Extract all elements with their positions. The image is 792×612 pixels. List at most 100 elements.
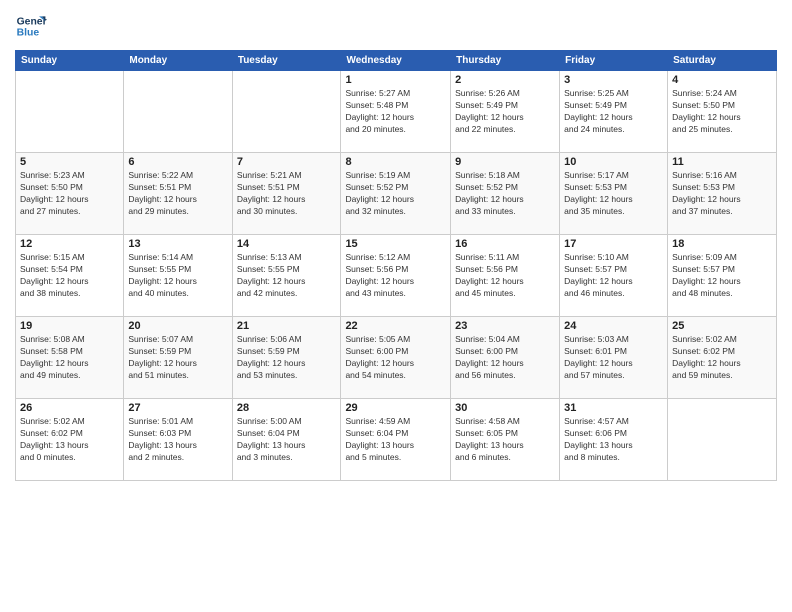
calendar-cell: 31 Sunrise: 4:57 AM Sunset: 6:06 PM Dayli… — [560, 399, 668, 481]
day-info: Sunrise: 4:57 AM Sunset: 6:06 PM Dayligh… — [564, 416, 663, 464]
day-number: 24 — [564, 320, 663, 332]
day-info: Sunrise: 5:12 AM Sunset: 5:56 PM Dayligh… — [345, 252, 446, 300]
day-info: Sunrise: 5:27 AM Sunset: 5:48 PM Dayligh… — [345, 88, 446, 136]
day-number: 15 — [345, 238, 446, 250]
header: General Blue — [15, 10, 777, 42]
weekday-header-saturday: Saturday — [668, 51, 777, 71]
calendar-cell: 15 Sunrise: 5:12 AM Sunset: 5:56 PM Dayli… — [341, 235, 451, 317]
logo: General Blue — [15, 10, 47, 42]
calendar-cell: 9 Sunrise: 5:18 AM Sunset: 5:52 PM Daylig… — [451, 153, 560, 235]
weekday-header-friday: Friday — [560, 51, 668, 71]
day-number: 27 — [128, 402, 227, 414]
day-info: Sunrise: 5:13 AM Sunset: 5:55 PM Dayligh… — [237, 252, 337, 300]
week-row-2: 5Sunrise: 5:23 AM Sunset: 5:50 PM Daylig… — [16, 153, 777, 235]
day-info: Sunrise: 5:02 AM Sunset: 6:02 PM Dayligh… — [672, 334, 772, 382]
calendar-table: SundayMondayTuesdayWednesdayThursdayFrid… — [15, 50, 777, 481]
day-info: Sunrise: 5:26 AM Sunset: 5:49 PM Dayligh… — [455, 88, 555, 136]
day-info: Sunrise: 5:24 AM Sunset: 5:50 PM Dayligh… — [672, 88, 772, 136]
day-info: Sunrise: 5:08 AM Sunset: 5:58 PM Dayligh… — [20, 334, 119, 382]
weekday-header-wednesday: Wednesday — [341, 51, 451, 71]
calendar-cell: 1Sunrise: 5:27 AM Sunset: 5:48 PM Daylig… — [341, 71, 451, 153]
day-info: Sunrise: 5:01 AM Sunset: 6:03 PM Dayligh… — [128, 416, 227, 464]
calendar-cell: 16 Sunrise: 5:11 AM Sunset: 5:56 PM Dayli… — [451, 235, 560, 317]
day-info: Sunrise: 5:19 AM Sunset: 5:52 PM Dayligh… — [345, 170, 446, 218]
calendar-cell: 11Sunrise: 5:16 AM Sunset: 5:53 PM Dayli… — [668, 153, 777, 235]
day-info: Sunrise: 5:02 AM Sunset: 6:02 PM Dayligh… — [20, 416, 119, 464]
calendar-cell: 3 Sunrise: 5:25 AM Sunset: 5:49 PM Daylig… — [560, 71, 668, 153]
day-number: 3 — [564, 74, 663, 86]
day-info: Sunrise: 5:25 AM Sunset: 5:49 PM Dayligh… — [564, 88, 663, 136]
day-number: 10 — [564, 156, 663, 168]
calendar-cell: 10 Sunrise: 5:17 AM Sunset: 5:53 PM Dayli… — [560, 153, 668, 235]
week-row-3: 12 Sunrise: 5:15 AM Sunset: 5:54 PM Dayli… — [16, 235, 777, 317]
weekday-header-row: SundayMondayTuesdayWednesdayThursdayFrid… — [16, 51, 777, 71]
day-number: 26 — [20, 402, 119, 414]
day-number: 23 — [455, 320, 555, 332]
calendar-cell: 20 Sunrise: 5:07 AM Sunset: 5:59 PM Dayli… — [124, 317, 232, 399]
logo-icon: General Blue — [15, 10, 47, 42]
calendar-cell: 7Sunrise: 5:21 AM Sunset: 5:51 PM Daylig… — [232, 153, 341, 235]
calendar-cell: 17Sunrise: 5:10 AM Sunset: 5:57 PM Dayli… — [560, 235, 668, 317]
day-number: 8 — [345, 156, 446, 168]
calendar-cell — [232, 71, 341, 153]
day-number: 12 — [20, 238, 119, 250]
day-number: 9 — [455, 156, 555, 168]
day-info: Sunrise: 5:09 AM Sunset: 5:57 PM Dayligh… — [672, 252, 772, 300]
week-row-5: 26 Sunrise: 5:02 AM Sunset: 6:02 PM Dayli… — [16, 399, 777, 481]
day-number: 11 — [672, 156, 772, 168]
calendar-page: General Blue SundayMondayTuesdayWednesda… — [0, 0, 792, 612]
calendar-cell: 19 Sunrise: 5:08 AM Sunset: 5:58 PM Dayli… — [16, 317, 124, 399]
weekday-header-sunday: Sunday — [16, 51, 124, 71]
day-number: 20 — [128, 320, 227, 332]
calendar-cell: 6 Sunrise: 5:22 AM Sunset: 5:51 PM Daylig… — [124, 153, 232, 235]
day-info: Sunrise: 5:07 AM Sunset: 5:59 PM Dayligh… — [128, 334, 227, 382]
day-info: Sunrise: 4:58 AM Sunset: 6:05 PM Dayligh… — [455, 416, 555, 464]
day-info: Sunrise: 5:10 AM Sunset: 5:57 PM Dayligh… — [564, 252, 663, 300]
day-number: 14 — [237, 238, 337, 250]
day-info: Sunrise: 5:11 AM Sunset: 5:56 PM Dayligh… — [455, 252, 555, 300]
calendar-cell: 4Sunrise: 5:24 AM Sunset: 5:50 PM Daylig… — [668, 71, 777, 153]
day-number: 5 — [20, 156, 119, 168]
calendar-cell: 27 Sunrise: 5:01 AM Sunset: 6:03 PM Dayli… — [124, 399, 232, 481]
day-info: Sunrise: 5:14 AM Sunset: 5:55 PM Dayligh… — [128, 252, 227, 300]
calendar-cell — [16, 71, 124, 153]
day-number: 6 — [128, 156, 227, 168]
day-info: Sunrise: 5:00 AM Sunset: 6:04 PM Dayligh… — [237, 416, 337, 464]
calendar-cell: 26 Sunrise: 5:02 AM Sunset: 6:02 PM Dayli… — [16, 399, 124, 481]
day-info: Sunrise: 4:59 AM Sunset: 6:04 PM Dayligh… — [345, 416, 446, 464]
day-number: 19 — [20, 320, 119, 332]
day-number: 2 — [455, 74, 555, 86]
calendar-cell: 21Sunrise: 5:06 AM Sunset: 5:59 PM Dayli… — [232, 317, 341, 399]
calendar-cell: 13Sunrise: 5:14 AM Sunset: 5:55 PM Dayli… — [124, 235, 232, 317]
calendar-cell: 8 Sunrise: 5:19 AM Sunset: 5:52 PM Daylig… — [341, 153, 451, 235]
calendar-cell: 14 Sunrise: 5:13 AM Sunset: 5:55 PM Dayli… — [232, 235, 341, 317]
weekday-header-monday: Monday — [124, 51, 232, 71]
day-number: 29 — [345, 402, 446, 414]
day-number: 31 — [564, 402, 663, 414]
day-number: 16 — [455, 238, 555, 250]
calendar-cell: 2 Sunrise: 5:26 AM Sunset: 5:49 PM Daylig… — [451, 71, 560, 153]
calendar-cell: 22Sunrise: 5:05 AM Sunset: 6:00 PM Dayli… — [341, 317, 451, 399]
calendar-cell: 5Sunrise: 5:23 AM Sunset: 5:50 PM Daylig… — [16, 153, 124, 235]
weekday-header-thursday: Thursday — [451, 51, 560, 71]
day-number: 21 — [237, 320, 337, 332]
day-number: 18 — [672, 238, 772, 250]
day-info: Sunrise: 5:18 AM Sunset: 5:52 PM Dayligh… — [455, 170, 555, 218]
week-row-1: 1Sunrise: 5:27 AM Sunset: 5:48 PM Daylig… — [16, 71, 777, 153]
calendar-cell: 28 Sunrise: 5:00 AM Sunset: 6:04 PM Dayli… — [232, 399, 341, 481]
day-info: Sunrise: 5:17 AM Sunset: 5:53 PM Dayligh… — [564, 170, 663, 218]
day-info: Sunrise: 5:04 AM Sunset: 6:00 PM Dayligh… — [455, 334, 555, 382]
day-info: Sunrise: 5:22 AM Sunset: 5:51 PM Dayligh… — [128, 170, 227, 218]
day-info: Sunrise: 5:15 AM Sunset: 5:54 PM Dayligh… — [20, 252, 119, 300]
weekday-header-tuesday: Tuesday — [232, 51, 341, 71]
day-number: 28 — [237, 402, 337, 414]
calendar-cell — [124, 71, 232, 153]
calendar-cell: 12 Sunrise: 5:15 AM Sunset: 5:54 PM Dayli… — [16, 235, 124, 317]
day-info: Sunrise: 5:03 AM Sunset: 6:01 PM Dayligh… — [564, 334, 663, 382]
calendar-cell: 25Sunrise: 5:02 AM Sunset: 6:02 PM Dayli… — [668, 317, 777, 399]
day-number: 7 — [237, 156, 337, 168]
svg-text:Blue: Blue — [17, 28, 40, 39]
calendar-cell: 29 Sunrise: 4:59 AM Sunset: 6:04 PM Dayli… — [341, 399, 451, 481]
day-number: 30 — [455, 402, 555, 414]
calendar-cell: 18 Sunrise: 5:09 AM Sunset: 5:57 PM Dayli… — [668, 235, 777, 317]
